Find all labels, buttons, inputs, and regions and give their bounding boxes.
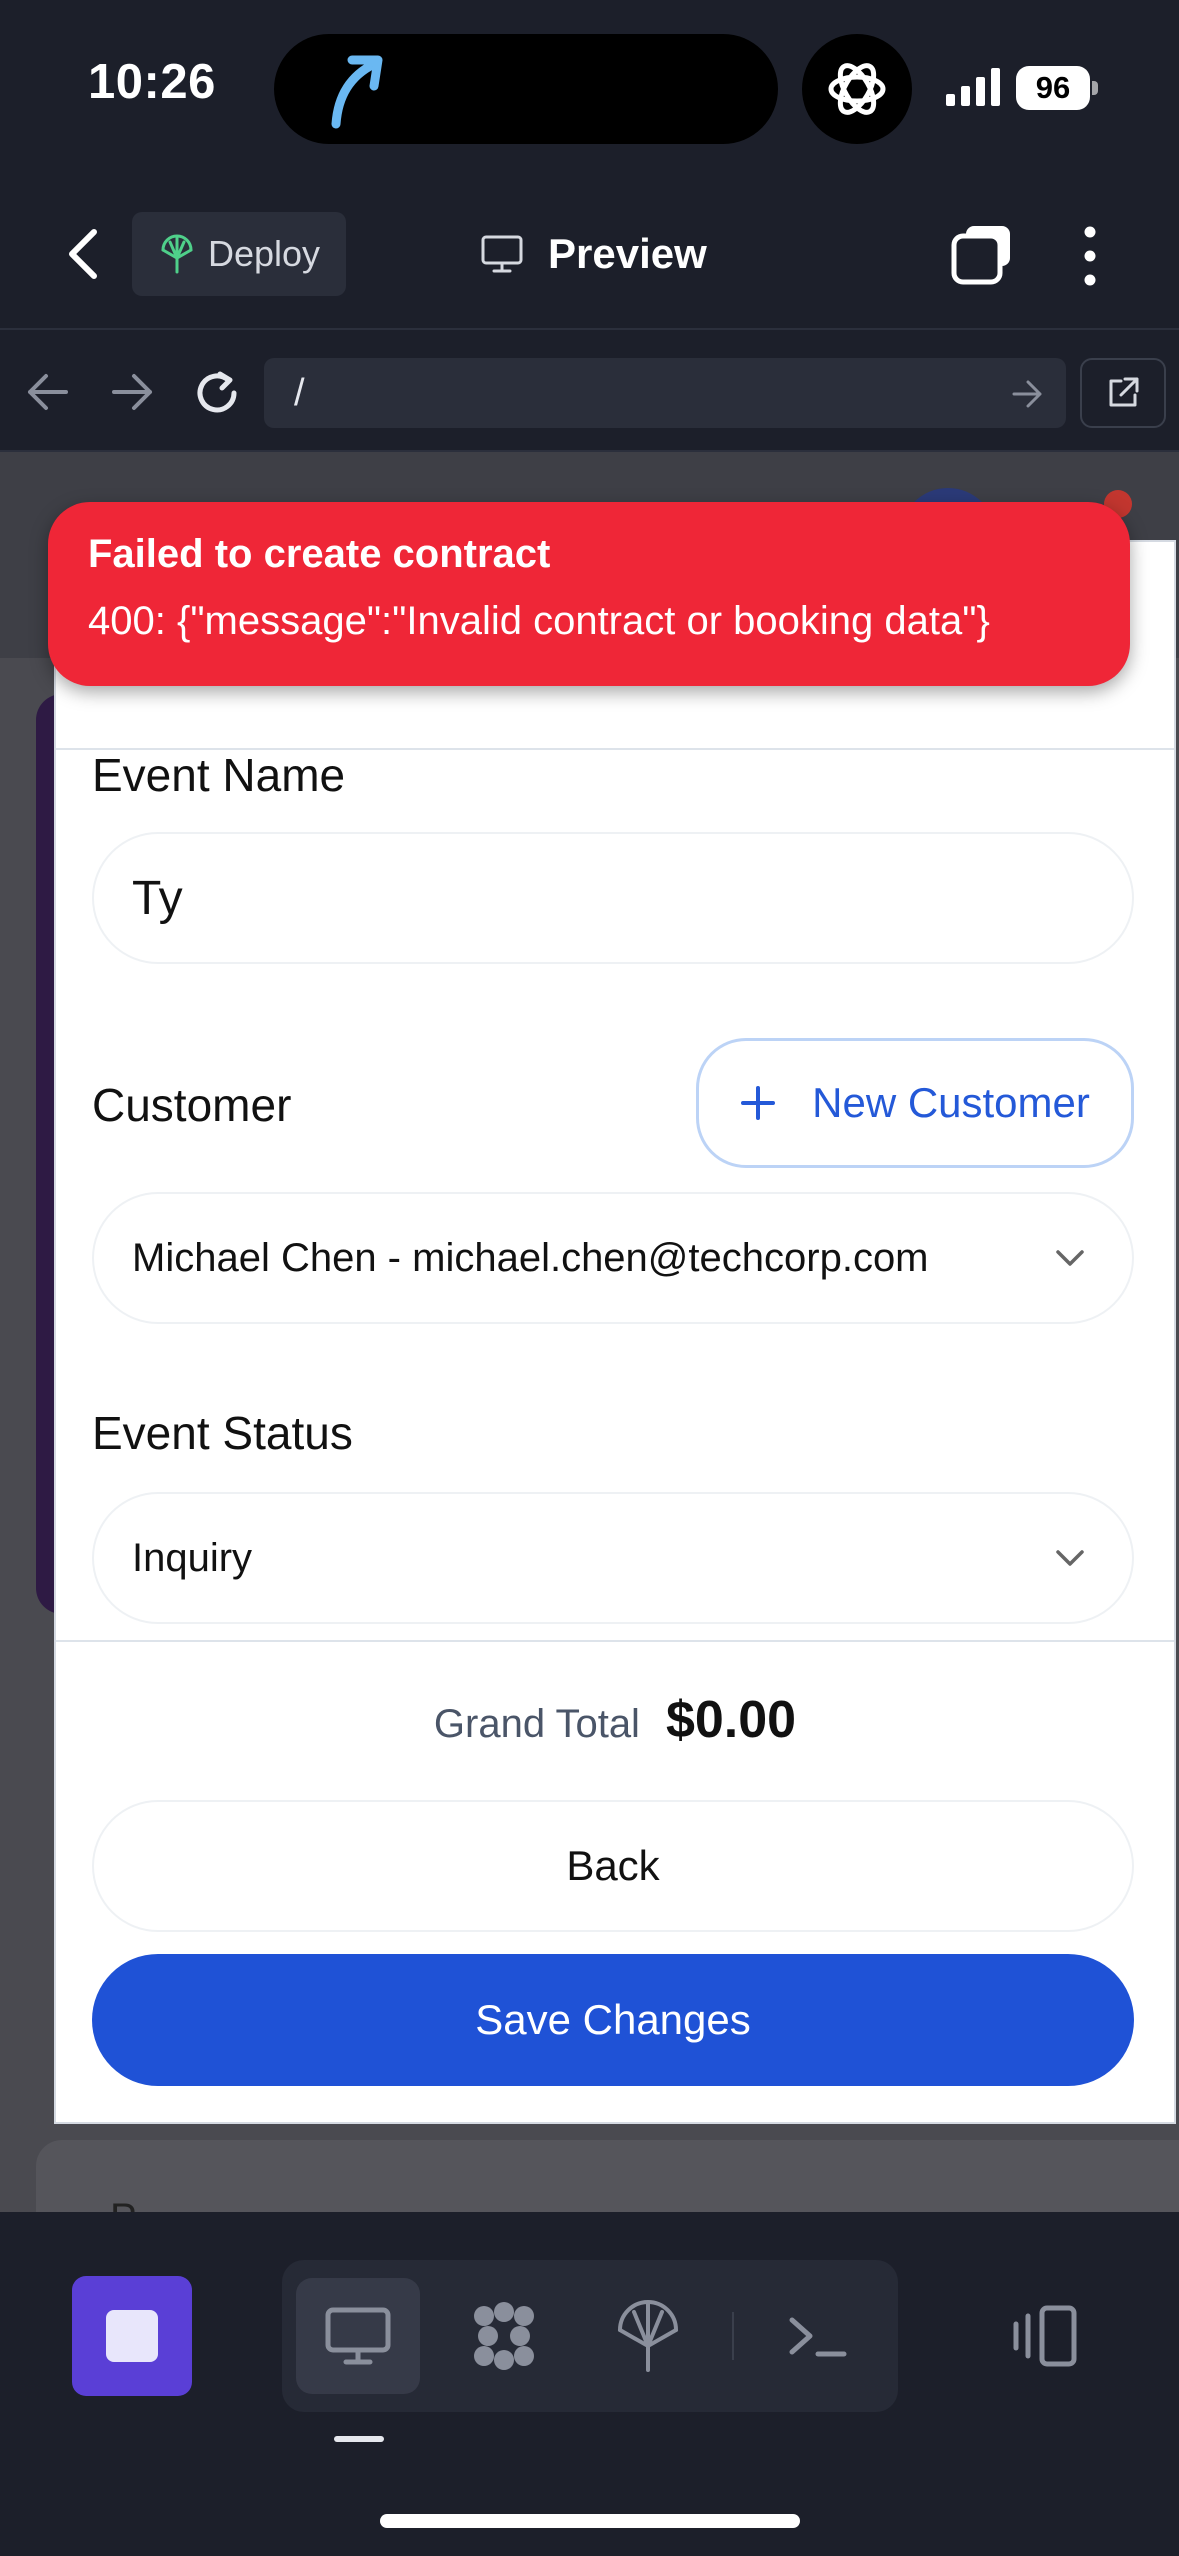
customer-label: Customer bbox=[92, 1079, 292, 1131]
deploy-label: Deploy bbox=[208, 233, 321, 274]
event-status-label: Event Status bbox=[92, 1407, 353, 1459]
cellular-signal-icon bbox=[946, 68, 1000, 106]
grand-total-value: $0.00 bbox=[665, 1691, 797, 1749]
modal-footer-divider bbox=[56, 1640, 1174, 1642]
toast-message: 400: {"message":"Invalid contract or boo… bbox=[88, 599, 990, 643]
grand-total: Grand Total $0.00 bbox=[56, 1690, 1174, 1750]
home-indicator[interactable] bbox=[380, 2514, 800, 2528]
grand-total-label: Grand Total bbox=[433, 1702, 640, 1746]
split-view-icon[interactable] bbox=[1006, 2296, 1086, 2376]
deploy-icon bbox=[161, 234, 193, 274]
event-name-value: Ty bbox=[132, 871, 183, 925]
open-external-button[interactable] bbox=[1080, 358, 1166, 428]
event-name-label: Event Name bbox=[92, 749, 346, 801]
new-customer-label: New Customer bbox=[812, 1079, 1090, 1126]
toast-title: Failed to create contract bbox=[88, 532, 551, 576]
preview-tab[interactable]: Preview bbox=[480, 222, 707, 286]
chatgpt-logo-icon bbox=[828, 63, 886, 115]
stop-button[interactable] bbox=[72, 2276, 192, 2396]
go-arrow-icon[interactable] bbox=[1010, 376, 1046, 412]
save-changes-button[interactable]: Save Changes bbox=[92, 1954, 1134, 2086]
monitor-icon bbox=[481, 235, 523, 273]
active-tab-indicator bbox=[334, 2436, 384, 2442]
event-status-value: Inquiry bbox=[132, 1535, 253, 1580]
external-link-icon bbox=[1109, 377, 1139, 407]
new-customer-button[interactable]: New Customer bbox=[696, 1038, 1134, 1168]
preview-label: Preview bbox=[548, 230, 707, 277]
workflow-icon[interactable] bbox=[464, 2296, 544, 2376]
chevron-left-icon[interactable] bbox=[60, 226, 110, 282]
reload-icon[interactable] bbox=[190, 366, 244, 420]
deploy-button[interactable]: Deploy bbox=[132, 212, 346, 296]
deploy-tool-icon[interactable] bbox=[608, 2296, 688, 2376]
tool-separator bbox=[732, 2312, 734, 2360]
arrow-right-icon[interactable] bbox=[106, 370, 158, 414]
customer-select[interactable]: Michael Chen - michael.chen@techcorp.com bbox=[92, 1192, 1134, 1324]
event-name-input[interactable]: Ty bbox=[92, 832, 1134, 964]
battery-tip bbox=[1092, 81, 1098, 95]
arrow-up-right-icon bbox=[331, 55, 383, 129]
battery-level: 96 bbox=[1016, 66, 1090, 110]
desktop-icon[interactable] bbox=[318, 2296, 398, 2376]
plus-icon bbox=[741, 1086, 776, 1120]
chevron-down-icon bbox=[1056, 1250, 1084, 1266]
stop-icon bbox=[106, 2310, 158, 2362]
more-options-icon[interactable] bbox=[1070, 224, 1110, 288]
back-button[interactable]: Back bbox=[92, 1800, 1134, 1932]
chevron-down-icon bbox=[1056, 1550, 1084, 1566]
status-time: 10:26 bbox=[88, 55, 216, 109]
url-input[interactable]: / bbox=[264, 358, 1066, 428]
customer-selected-value: Michael Chen - michael.chen@techcorp.com bbox=[132, 1235, 929, 1280]
arrow-left-icon[interactable] bbox=[22, 370, 74, 414]
tabs-icon[interactable] bbox=[950, 222, 1014, 286]
error-toast[interactable]: Failed to create contract 400: {"message… bbox=[48, 502, 1130, 686]
chatgpt-activity bbox=[802, 34, 912, 144]
terminal-icon[interactable] bbox=[778, 2296, 858, 2376]
battery-indicator: 96 bbox=[1016, 66, 1098, 110]
event-status-select[interactable]: Inquiry bbox=[92, 1492, 1134, 1624]
